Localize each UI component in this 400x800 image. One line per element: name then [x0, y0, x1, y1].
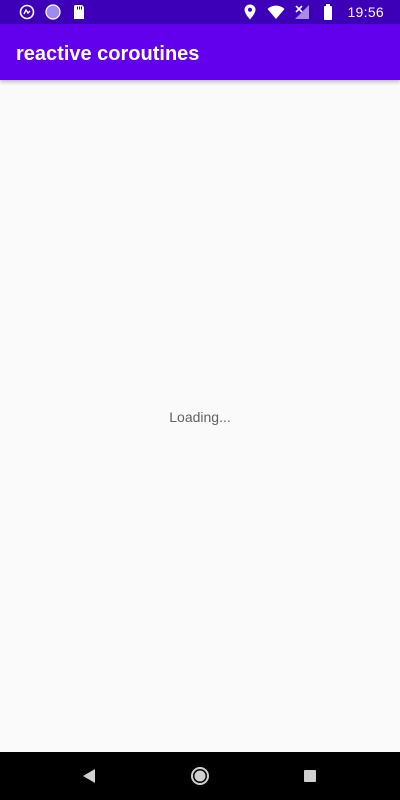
main-content: Loading... — [0, 80, 400, 752]
location-icon — [241, 3, 259, 21]
sd-card-icon — [70, 3, 88, 21]
navigation-bar — [0, 752, 400, 800]
status-bar-notifications — [18, 3, 88, 21]
status-bar-system: 19:56 — [241, 3, 384, 21]
cellular-no-signal-icon — [293, 3, 311, 21]
back-icon[interactable] — [80, 766, 100, 786]
app-toolbar: reactive coroutines — [0, 24, 400, 80]
circle-app-icon — [44, 3, 62, 21]
app-title: reactive coroutines — [16, 43, 200, 65]
status-clock: 19:56 — [347, 4, 384, 20]
loading-indicator-text: Loading... — [169, 409, 231, 425]
recents-icon[interactable] — [300, 766, 320, 786]
status-bar: 19:56 — [0, 0, 400, 24]
home-icon[interactable] — [190, 766, 210, 786]
gallery-icon — [18, 3, 36, 21]
battery-icon — [319, 3, 337, 21]
wifi-icon — [267, 3, 285, 21]
